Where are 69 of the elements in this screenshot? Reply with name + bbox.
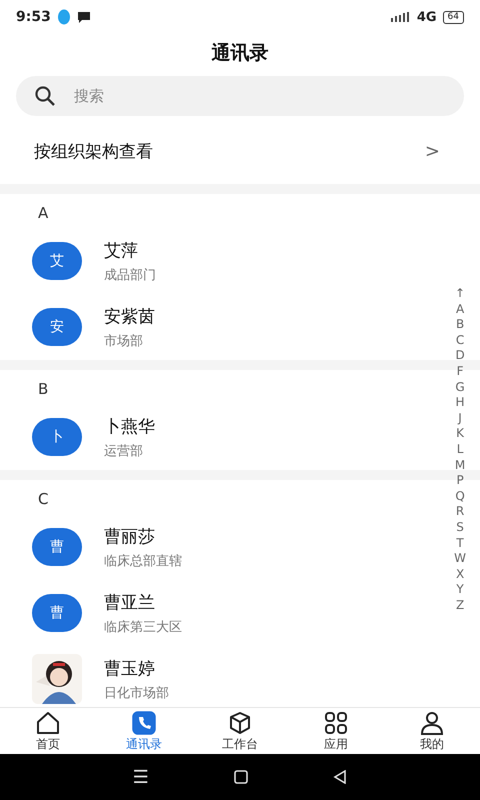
index-letter[interactable]: B <box>456 317 464 333</box>
contact-name: 曹玉婷 <box>104 658 156 680</box>
home-key-icon[interactable] <box>234 770 248 784</box>
contact-name: 卜燕华 <box>104 416 155 438</box>
contact-name: 曹丽莎 <box>104 526 156 548</box>
box-icon <box>227 710 253 736</box>
contact-department: 市场部 <box>104 332 144 350</box>
menu-key[interactable]: ☰ <box>132 766 149 788</box>
grid-icon <box>323 710 349 736</box>
battery-level: 64 <box>442 10 464 24</box>
nav-tab[interactable]: 首页 <box>0 708 96 754</box>
index-letter[interactable]: ↑ <box>455 286 466 302</box>
section-header: C <box>37 489 50 510</box>
contact-item[interactable]: 卜 卜燕华 运营部 <box>0 404 430 470</box>
contact-department: 临床第三大区 <box>104 618 182 636</box>
index-letter[interactable]: X <box>456 566 464 582</box>
index-letter[interactable]: Q <box>455 488 465 504</box>
search-icon <box>34 85 56 107</box>
network-type: 4G <box>416 10 437 24</box>
back-key-icon[interactable] <box>333 770 348 784</box>
nav-tab[interactable]: 通讯录 <box>96 708 192 754</box>
index-letter[interactable]: J <box>458 410 462 426</box>
nav-tab[interactable]: 应用 <box>288 708 384 754</box>
index-letter[interactable]: P <box>456 473 464 489</box>
contact-item[interactable]: 曹 曹亚兰 临床第三大区 <box>0 580 430 646</box>
contact-name: 曹亚兰 <box>104 592 156 614</box>
org-structure-link[interactable]: 按组织架构查看 > <box>0 118 480 194</box>
contact-item[interactable]: 艾 艾萍 成品部门 <box>0 228 430 294</box>
index-letter[interactable]: D <box>455 348 465 364</box>
nav-tab[interactable]: 我的 <box>384 708 480 754</box>
contact-item[interactable]: 曹 曹丽莎 临床总部直辖 <box>0 514 430 580</box>
section-header: B <box>37 379 50 400</box>
nav-tab[interactable]: 工作台 <box>192 708 288 754</box>
section-header: A <box>37 203 50 224</box>
contact-item[interactable]: 安 安紫茵 市场部 <box>0 294 430 360</box>
home-icon <box>35 710 61 736</box>
index-letter[interactable]: L <box>456 442 464 458</box>
index-letter[interactable]: W <box>454 551 466 567</box>
phone-icon <box>131 710 157 736</box>
index-letter[interactable]: R <box>456 504 464 520</box>
avatar-initial: 曹 <box>32 594 82 632</box>
avatar-initial: 艾 <box>32 242 82 280</box>
contact-item[interactable]: 曹玉婷 日化市场部 <box>0 646 430 707</box>
index-letter[interactable]: T <box>456 536 464 552</box>
contact-department: 成品部门 <box>104 266 156 284</box>
contact-department: 临床总部直辖 <box>104 552 182 570</box>
person-icon <box>419 710 445 736</box>
index-letter[interactable]: C <box>456 332 464 348</box>
contact-name: 艾萍 <box>104 240 139 262</box>
status-time: 9:53 <box>16 9 51 25</box>
index-letter[interactable]: Z <box>456 598 464 614</box>
avatar-initial: 曹 <box>32 528 82 566</box>
index-letter[interactable]: M <box>454 458 466 474</box>
index-letter[interactable]: H <box>456 395 465 411</box>
contact-department: 运营部 <box>104 442 144 460</box>
search-field[interactable]: 搜索 <box>16 76 464 116</box>
index-letter[interactable]: A <box>456 302 464 318</box>
signal-icon <box>390 12 411 22</box>
index-letter[interactable]: Y <box>456 582 464 598</box>
message-icon <box>76 11 91 23</box>
page-title: 通讯录 <box>210 41 270 66</box>
contact-department: 日化市场部 <box>104 684 169 702</box>
avatar-initial: 卜 <box>32 418 82 456</box>
avatar-initial: 安 <box>32 308 82 346</box>
index-letter[interactable]: F <box>456 364 464 380</box>
index-letter[interactable]: G <box>455 380 465 396</box>
index-letter[interactable]: S <box>456 520 464 536</box>
contact-name: 安紫茵 <box>104 306 155 328</box>
index-letter[interactable]: K <box>456 426 464 442</box>
